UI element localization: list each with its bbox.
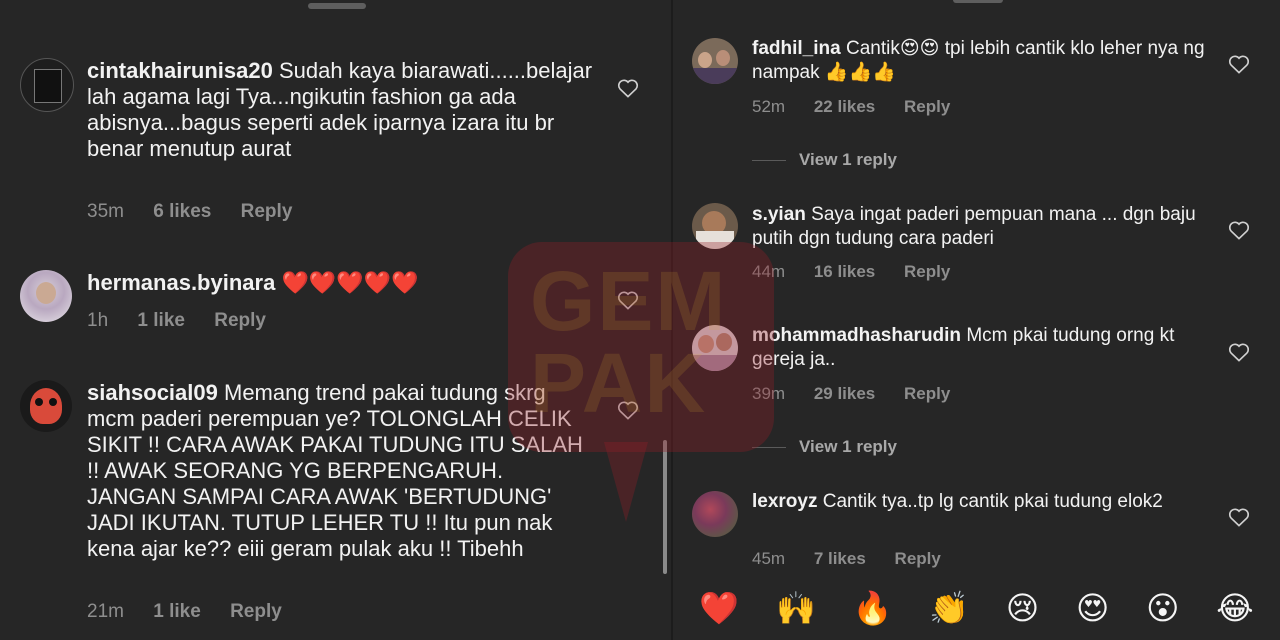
comment-username[interactable]: cintakhairunisa20 [87,58,273,83]
comment-time: 45m [752,549,786,568]
view-replies-label[interactable]: View 1 reply [799,150,897,170]
comment-meta: 45m 7 likes Reply [752,549,965,569]
clapping-reaction-button[interactable]: 👏 [929,589,969,627]
comment-text: mohammadhasharudin Mcm pkai tudung orng … [752,324,1212,372]
comment-username[interactable]: lexroyz [752,491,817,512]
drag-handle[interactable] [953,0,1003,3]
reply-button[interactable]: Reply [904,262,950,281]
heart-outline-icon[interactable] [1228,54,1250,74]
comment-time: 35m [87,201,124,222]
comment-text: lexroyz Cantik tya..tp lg cantik pkai tu… [752,490,1212,514]
comment-likes[interactable]: 6 likes [153,201,211,222]
avatar[interactable] [20,270,72,322]
comment-body: Cantik tya..tp lg cantik pkai tudung elo… [822,491,1163,512]
watermark-tail [604,442,648,522]
view-replies-button[interactable]: View 1 reply [752,437,897,457]
comment-likes[interactable]: 1 like [153,601,201,622]
reply-button[interactable]: Reply [904,97,950,116]
comment-likes[interactable]: 1 like [137,310,185,331]
watermark-text: GEM PAK [530,254,728,430]
laughing-reaction-button[interactable]: 😂 [1216,589,1253,627]
comment-username[interactable]: mohammadhasharudin [752,325,961,346]
view-replies-label[interactable]: View 1 reply [799,437,897,457]
crying-reaction-button[interactable]: 😢 [1006,589,1039,627]
avatar[interactable] [692,38,738,84]
comment-meta: 35m 6 likes Reply [87,201,316,223]
comment-text: cintakhairunisa20 Sudah kaya biarawati..… [87,58,597,162]
comment-meta: 1h 1 like Reply [87,310,290,332]
comment-text: s.yian Saya ingat paderi pempuan mana ..… [752,203,1212,251]
drag-handle[interactable] [308,3,366,9]
view-replies-button[interactable]: View 1 reply [752,150,897,170]
heart-eyes-reaction-button[interactable]: 😍 [1076,589,1109,627]
scrollbar[interactable] [663,440,667,574]
heart-reaction-button[interactable]: ❤️ [699,589,739,627]
comment-time: 52m [752,97,786,116]
comment-body: Saya ingat paderi pempuan mana ... dgn b… [752,204,1196,249]
reply-button[interactable]: Reply [904,384,950,403]
avatar[interactable] [692,491,738,537]
comment-meta: 21m 1 like Reply [87,601,306,623]
heart-outline-icon[interactable] [1228,507,1250,527]
reply-button[interactable]: Reply [241,201,293,222]
comment-meta: 39m 29 likes Reply [752,384,974,404]
comment-username[interactable]: hermanas.byinara [87,270,275,295]
fire-reaction-button[interactable]: 🔥 [853,589,893,627]
comment-likes[interactable]: 22 likes [814,97,875,116]
heart-outline-icon[interactable] [617,78,639,98]
reply-button[interactable]: Reply [895,549,941,568]
comment-likes[interactable]: 16 likes [814,262,875,281]
raising-hands-reaction-button[interactable]: 🙌 [776,589,816,627]
comment-likes[interactable]: 29 likes [814,384,875,403]
avatar[interactable] [20,380,72,432]
reply-button[interactable]: Reply [214,310,266,331]
comment-username[interactable]: s.yian [752,204,806,225]
comment-text: fadhil_ina Cantik😍😍 tpi lebih cantik klo… [752,37,1212,85]
comment-likes[interactable]: 7 likes [814,549,866,568]
quick-reaction-bar: ❤️ 🙌 🔥 👏 😢 😍 😮 😂 [673,576,1280,640]
comment-time: 21m [87,601,124,622]
reply-thread-line [752,159,786,161]
heart-outline-icon[interactable] [1228,220,1250,240]
comment-meta: 44m 16 likes Reply [752,262,974,282]
reply-button[interactable]: Reply [230,601,282,622]
watermark-logo: GEM PAK [508,242,774,522]
avatar[interactable] [20,58,74,112]
comment-time: 1h [87,310,109,331]
comment-username[interactable]: fadhil_ina [752,38,841,59]
comment-username[interactable]: siahsocial09 [87,380,218,405]
heart-outline-icon[interactable] [1228,342,1250,362]
comment-body: ❤️❤️❤️❤️❤️ [281,271,419,296]
surprised-reaction-button[interactable]: 😮 [1146,589,1179,627]
comment-meta: 52m 22 likes Reply [752,97,974,117]
